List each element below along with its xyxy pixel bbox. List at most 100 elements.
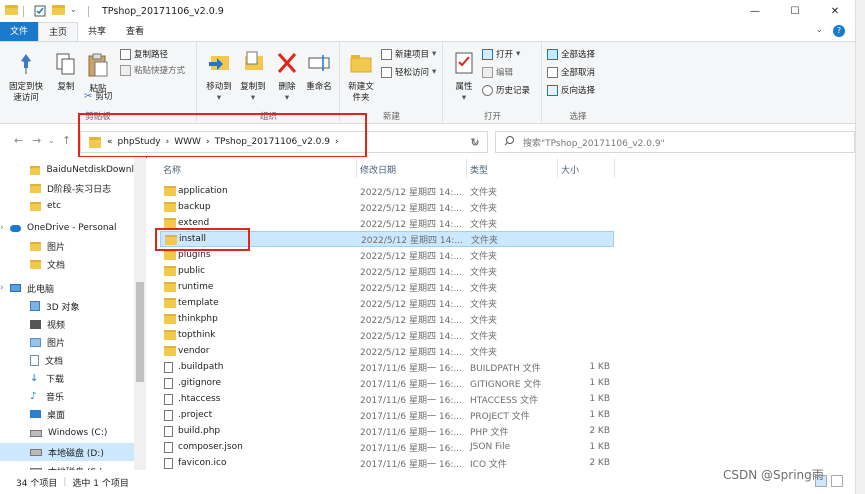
file-row[interactable]: backup 2022/5/12 星期四 14:... 文件夹 — [160, 199, 614, 215]
file-row[interactable]: topthink 2022/5/12 星期四 14:... 文件夹 — [160, 327, 614, 343]
customize-toolbar-icon[interactable]: ⌄ — [70, 5, 83, 17]
new-folder-quick-icon[interactable] — [52, 5, 65, 17]
invert-selection-button[interactable]: 反向选择 — [547, 84, 595, 96]
nav-item[interactable]: 文档 — [0, 351, 134, 369]
easy-access-button[interactable]: 轻松访问 ▾ — [381, 66, 436, 78]
column-header-name[interactable]: 名称 — [163, 163, 181, 176]
nav-item[interactable]: 图片 — [0, 237, 134, 255]
column-divider[interactable] — [466, 158, 467, 178]
file-row[interactable]: .htaccess 2017/11/6 星期一 16:... HTACCESS 文件… — [160, 391, 614, 407]
tab-view[interactable]: 查看 — [116, 22, 154, 42]
column-divider[interactable] — [356, 158, 357, 178]
file-date: 2022/5/12 星期四 14:... — [360, 267, 462, 278]
expand-chevron-icon[interactable]: › — [0, 283, 4, 293]
nav-item[interactable]: BaiduNetdiskDownl — [0, 161, 134, 179]
cut-button[interactable]: ✂ 剪切 — [84, 90, 112, 103]
navpane-scroll-thumb[interactable] — [136, 282, 144, 382]
file-type: JSON File — [470, 442, 511, 452]
nav-item[interactable]: 3D 对象 — [0, 297, 134, 315]
drive-icon — [30, 429, 42, 437]
nav-item[interactable]: 本地磁盘 (D:) — [0, 443, 134, 461]
nav-item[interactable]: 视频 — [0, 315, 134, 333]
file-row[interactable]: application 2022/5/12 星期四 14:... 文件夹 — [160, 183, 614, 199]
invert-selection-label: 反向选择 — [561, 86, 596, 96]
copy-to-button[interactable]: 复制到 ▾ — [236, 50, 270, 104]
nav-item[interactable]: ♪ 音乐 — [0, 387, 134, 405]
file-row[interactable]: runtime 2022/5/12 星期四 14:... 文件夹 — [160, 279, 614, 295]
properties-button[interactable]: 属性 ▾ — [450, 50, 478, 104]
file-row[interactable]: build.php 2017/11/6 星期一 16:... PHP 文件 2 KB — [160, 423, 614, 439]
file-name: .buildpath — [178, 362, 224, 372]
new-folder-icon — [350, 55, 372, 73]
nav-item[interactable]: 本地磁盘 (E:) — [0, 462, 134, 470]
large-icons-view-icon[interactable] — [831, 475, 843, 487]
open-button[interactable]: 打开 ▾ — [482, 48, 520, 60]
refresh-icon[interactable]: ↻ — [463, 132, 487, 152]
delete-button[interactable]: 删除 ▾ — [274, 50, 300, 104]
file-row[interactable]: template 2022/5/12 星期四 14:... 文件夹 — [160, 295, 614, 311]
file-size: 1 KB — [589, 394, 610, 404]
column-header-size[interactable]: 大小 — [561, 163, 579, 176]
tab-home[interactable]: 主页 — [38, 22, 79, 42]
folder-icon — [164, 282, 176, 292]
nav-item[interactable]: › 此电脑 — [0, 279, 134, 297]
new-folder-button[interactable]: 新建文件夹 — [345, 50, 377, 104]
tab-share[interactable]: 共享 — [78, 22, 116, 42]
new-item-button[interactable]: 新建项目 ▾ — [381, 48, 436, 60]
nav-item-label: 图片 — [47, 242, 66, 253]
column-divider[interactable] — [557, 158, 558, 178]
copy-button[interactable]: 复制 — [52, 52, 80, 93]
search-placeholder: 搜索"TPshop_20171106_v2.0.9" — [523, 138, 665, 149]
search-input[interactable]: 搜索"TPshop_20171106_v2.0.9" — [495, 131, 855, 153]
nav-item[interactable]: › OneDrive - Personal — [0, 219, 134, 237]
minimize-button[interactable]: — — [735, 0, 775, 22]
nav-item[interactable]: etc — [0, 197, 134, 215]
file-row[interactable]: .buildpath 2017/11/6 星期一 16:... BUILDPATH … — [160, 359, 614, 375]
nav-item-label: 图片 — [47, 338, 66, 349]
expand-chevron-icon[interactable]: › — [0, 223, 4, 233]
edit-button[interactable]: 编辑 — [482, 66, 513, 78]
new-group: 新建文件夹 新建项目 ▾ 轻松访问 ▾ 新建 — [341, 42, 443, 124]
recent-locations-icon[interactable]: ⌄ — [48, 136, 55, 145]
copy-path-button[interactable]: 复制路径 — [120, 48, 168, 60]
file-row[interactable]: favicon.ico 2017/11/6 星期一 16:... ICO 文件 2 K… — [160, 455, 614, 471]
file-type: 文件夹 — [470, 315, 498, 326]
select-none-button[interactable]: 全部取消 — [547, 66, 595, 78]
rename-button[interactable]: 重命名 — [302, 50, 336, 93]
back-arrow-icon[interactable]: ← — [14, 134, 23, 147]
help-icon[interactable]: ? — [833, 25, 845, 37]
maximize-button[interactable]: ☐ — [775, 0, 815, 22]
tab-file[interactable]: 文件 — [0, 22, 39, 42]
nav-item[interactable]: 文档 — [0, 255, 134, 273]
paste-shortcut-button[interactable]: 粘贴快捷方式 — [120, 64, 185, 76]
file-row[interactable]: thinkphp 2022/5/12 星期四 14:... 文件夹 — [160, 311, 614, 327]
nav-item[interactable]: 图片 — [0, 333, 134, 351]
history-button[interactable]: 历史记录 — [482, 84, 530, 96]
up-arrow-icon[interactable]: ↑ — [62, 134, 71, 147]
file-row[interactable]: .gitignore 2017/11/6 星期一 16:... GITIGNORE … — [160, 375, 614, 391]
file-date: 2022/5/12 星期四 14:... — [360, 219, 462, 230]
column-header-date[interactable]: 修改日期 — [360, 163, 396, 176]
select-all-button[interactable]: 全部选择 — [547, 48, 595, 60]
nav-item-label: Windows (C:) — [48, 428, 108, 438]
copy-to-label: 复制到 — [240, 82, 266, 92]
nav-item[interactable]: D阶段-实习日志 — [0, 179, 134, 197]
move-to-button[interactable]: 移动到 ▾ — [202, 50, 236, 104]
column-header-type[interactable]: 类型 — [470, 163, 488, 176]
paste-icon — [88, 53, 108, 77]
close-button[interactable]: ✕ — [815, 0, 855, 22]
pin-quick-access-button[interactable]: 固定到快速访问 — [6, 52, 46, 104]
nav-item[interactable]: Windows (C:) — [0, 424, 134, 442]
nav-item[interactable]: 桌面 — [0, 405, 134, 423]
file-row[interactable]: composer.json 2017/11/6 星期一 16:... JSON Fi… — [160, 439, 614, 455]
file-row[interactable]: .project 2017/11/6 星期一 16:... PROJECT 文件 1 … — [160, 407, 614, 423]
paste-button[interactable]: 粘贴 — [84, 52, 112, 95]
file-row[interactable]: public 2022/5/12 星期四 14:... 文件夹 — [160, 263, 614, 279]
properties-quick-icon[interactable] — [34, 5, 47, 17]
expand-ribbon-icon[interactable]: ⌄ — [815, 25, 823, 37]
navigation-pane: BaiduNetdiskDownl D阶段-实习日志 etc › OneDrive - … — [0, 157, 146, 470]
column-divider[interactable] — [614, 158, 615, 178]
nav-item[interactable]: ↓ 下载 — [0, 369, 134, 387]
file-row[interactable]: vendor 2022/5/12 星期四 14:... 文件夹 — [160, 343, 614, 359]
forward-arrow-icon[interactable]: → — [32, 134, 41, 147]
